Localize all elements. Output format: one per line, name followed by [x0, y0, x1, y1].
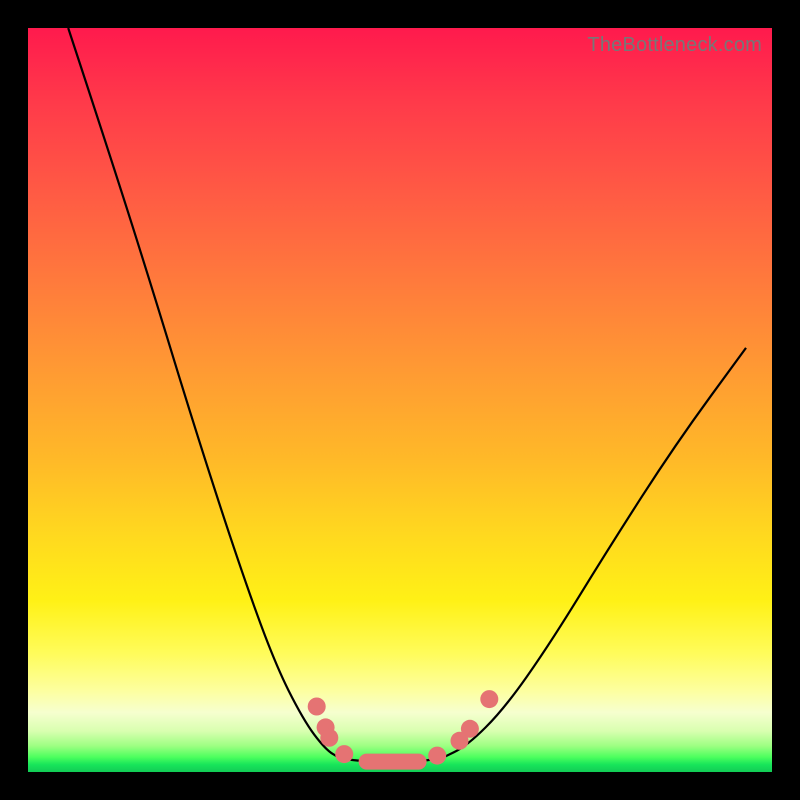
- curve-marker: [335, 745, 353, 763]
- curve-line: [68, 28, 746, 763]
- bottleneck-curve: [28, 28, 772, 772]
- curve-markers: [308, 690, 499, 770]
- chart-frame: TheBottleneck.com: [0, 0, 800, 800]
- curve-marker: [428, 747, 446, 765]
- curve-marker: [359, 754, 427, 770]
- plot-area: TheBottleneck.com: [28, 28, 772, 772]
- curve-marker: [320, 729, 338, 747]
- curve-marker: [480, 690, 498, 708]
- curve-marker: [461, 720, 479, 738]
- curve-marker: [308, 698, 326, 716]
